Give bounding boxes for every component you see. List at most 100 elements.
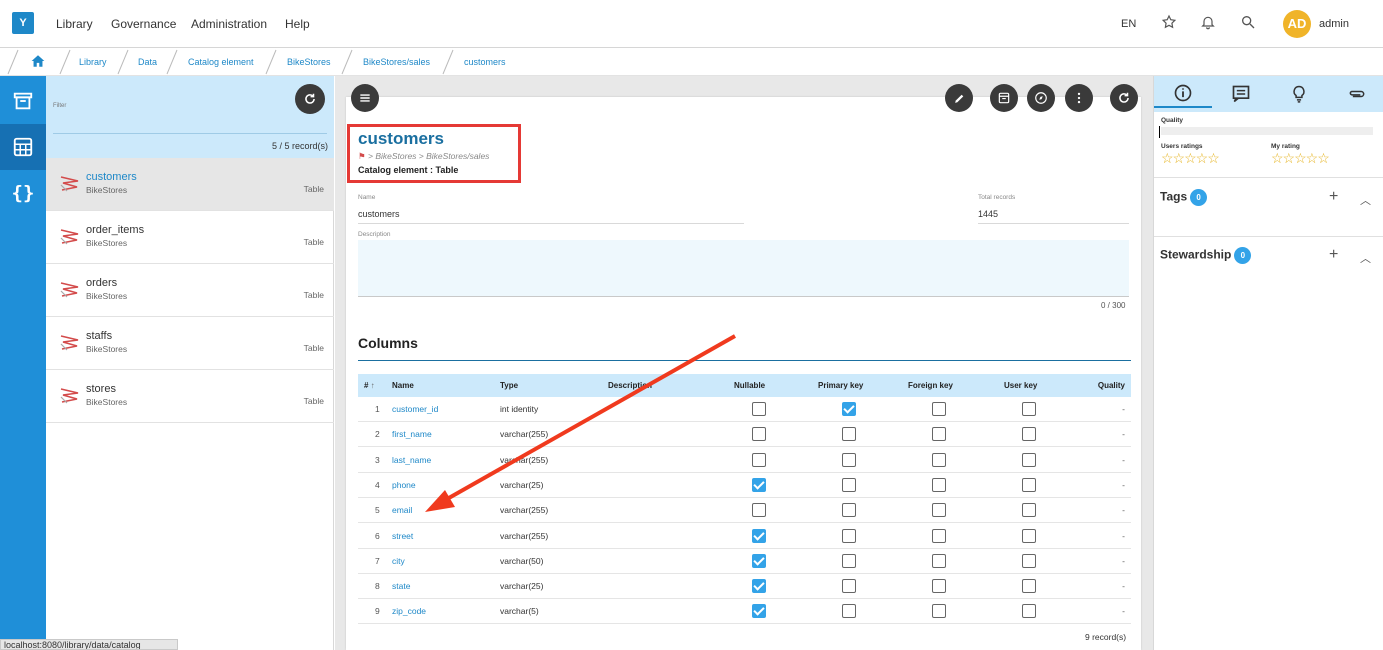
column-name-link[interactable]: street [392,531,413,541]
user-key-checkbox[interactable] [1022,427,1036,442]
foreign-key-checkbox[interactable] [932,579,946,594]
foreign-key-checkbox[interactable] [932,477,946,492]
column-name-link[interactable]: city [392,556,405,566]
avatar[interactable]: AD [1283,10,1311,38]
user-key-checkbox[interactable] [1022,528,1036,543]
list-item[interactable]: stores BikeStores Table [46,370,334,423]
menu-library[interactable]: Library [56,17,93,31]
list-item[interactable]: customers BikeStores Table [46,158,334,211]
user-key-checkbox[interactable] [1022,579,1036,594]
username[interactable]: admin [1319,18,1349,30]
col-header-nullable[interactable]: Nullable [734,381,765,390]
table-row[interactable]: 4 phone varchar(25) - [358,473,1131,498]
code-braces-icon[interactable]: {} [0,170,46,216]
nullable-checkbox[interactable] [752,604,766,619]
info-icon[interactable] [1154,80,1212,108]
nullable-checkbox[interactable] [752,452,766,467]
collapse-chevron-icon[interactable]: ︿ [1360,192,1371,208]
table-row[interactable]: 8 state varchar(25) - [358,574,1131,600]
user-key-checkbox[interactable] [1022,604,1036,619]
attachment-icon[interactable] [1328,80,1383,108]
menu-button[interactable] [351,84,379,112]
my-rating-stars[interactable]: ☆☆☆☆☆ [1271,150,1330,167]
nullable-checkbox[interactable] [752,553,766,568]
crumb-data[interactable]: Data [138,57,157,67]
list-item[interactable]: staffs BikeStores Table [46,317,334,370]
star-icon[interactable] [1161,14,1179,32]
table-row[interactable]: 5 email varchar(255) - [358,498,1131,524]
nullable-checkbox[interactable] [752,427,766,442]
foreign-key-checkbox[interactable] [932,503,946,518]
crumb-library[interactable]: Library [79,57,107,67]
table-row[interactable]: 1 customer_id int identity - [358,397,1131,422]
column-name-link[interactable]: last_name [392,455,431,465]
col-header-foreign-key[interactable]: Foreign key [908,381,953,390]
table-row[interactable]: 7 city varchar(50) - [358,549,1131,574]
column-name-link[interactable]: phone [392,480,416,490]
foreign-key-checkbox[interactable] [932,452,946,467]
column-name-link[interactable]: customer_id [392,404,438,414]
col-header-name[interactable]: Name [392,381,414,390]
add-tag-plus-icon[interactable]: + [1329,188,1338,206]
col-header-description[interactable]: Description [608,381,652,390]
refresh-button[interactable] [295,84,325,114]
primary-key-checkbox[interactable] [842,528,856,543]
archive-icon[interactable] [0,78,46,124]
edit-button[interactable] [945,84,973,112]
nullable-checkbox[interactable] [752,477,766,492]
list-item[interactable]: order_items BikeStores Table [46,211,334,264]
crumb-customers[interactable]: customers [464,57,506,67]
crumb-catalog-element[interactable]: Catalog element [188,57,254,67]
foreign-key-checkbox[interactable] [932,604,946,619]
app-logo[interactable]: Y [12,12,34,34]
primary-key-checkbox[interactable] [842,477,856,492]
description-field[interactable] [358,240,1129,297]
filter-input[interactable] [53,133,327,134]
stewardship-header[interactable]: Stewardship 0 [1160,247,1252,264]
list-item[interactable]: orders BikeStores Table [46,264,334,317]
language-selector[interactable]: EN [1121,18,1136,30]
table-row[interactable]: 3 last_name varchar(255) - [358,448,1131,473]
primary-key-checkbox[interactable] [842,553,856,568]
primary-key-checkbox[interactable] [842,427,856,442]
user-key-checkbox[interactable] [1022,452,1036,467]
col-header-quality[interactable]: Quality [1098,381,1125,390]
nullable-checkbox[interactable] [752,579,766,594]
nullable-checkbox[interactable] [752,503,766,518]
menu-governance[interactable]: Governance [111,17,176,31]
more-options-button[interactable] [1065,84,1093,112]
crumb-bikestores[interactable]: BikeStores [287,57,331,67]
tags-header[interactable]: Tags 0 [1160,189,1208,206]
nullable-checkbox[interactable] [752,402,766,416]
table-row[interactable]: 6 street varchar(255) - [358,524,1131,549]
column-name-link[interactable]: first_name [392,429,432,439]
foreign-key-checkbox[interactable] [932,528,946,543]
crumb-bikestores-sales[interactable]: BikeStores/sales [363,57,430,67]
lightbulb-icon[interactable] [1270,80,1328,108]
comments-icon[interactable] [1212,80,1270,108]
compass-button[interactable] [1027,84,1055,112]
add-steward-plus-icon[interactable]: + [1329,246,1338,264]
collapse-chevron-icon[interactable]: ︿ [1360,250,1371,266]
col-header-primary-key[interactable]: Primary key [818,381,863,390]
foreign-key-checkbox[interactable] [932,402,946,416]
nullable-checkbox[interactable] [752,528,766,543]
col-header-type[interactable]: Type [500,381,518,390]
foreign-key-checkbox[interactable] [932,427,946,442]
table-row[interactable]: 9 zip_code varchar(5) - [358,599,1131,625]
bell-icon[interactable] [1200,14,1218,32]
col-header-index[interactable]: # ↑ [364,381,375,390]
column-name-link[interactable]: email [392,505,412,515]
primary-key-checkbox[interactable] [842,579,856,594]
table-row[interactable]: 2 first_name varchar(255) - [358,422,1131,448]
col-header-user-key[interactable]: User key [1004,381,1037,390]
primary-key-checkbox[interactable] [842,402,856,416]
menu-administration[interactable]: Administration [191,17,267,31]
primary-key-checkbox[interactable] [842,452,856,467]
primary-key-checkbox[interactable] [842,503,856,518]
primary-key-checkbox[interactable] [842,604,856,619]
name-field[interactable]: customers [358,209,400,219]
search-icon[interactable] [1240,14,1258,32]
user-key-checkbox[interactable] [1022,553,1036,568]
column-name-link[interactable]: zip_code [392,606,426,616]
